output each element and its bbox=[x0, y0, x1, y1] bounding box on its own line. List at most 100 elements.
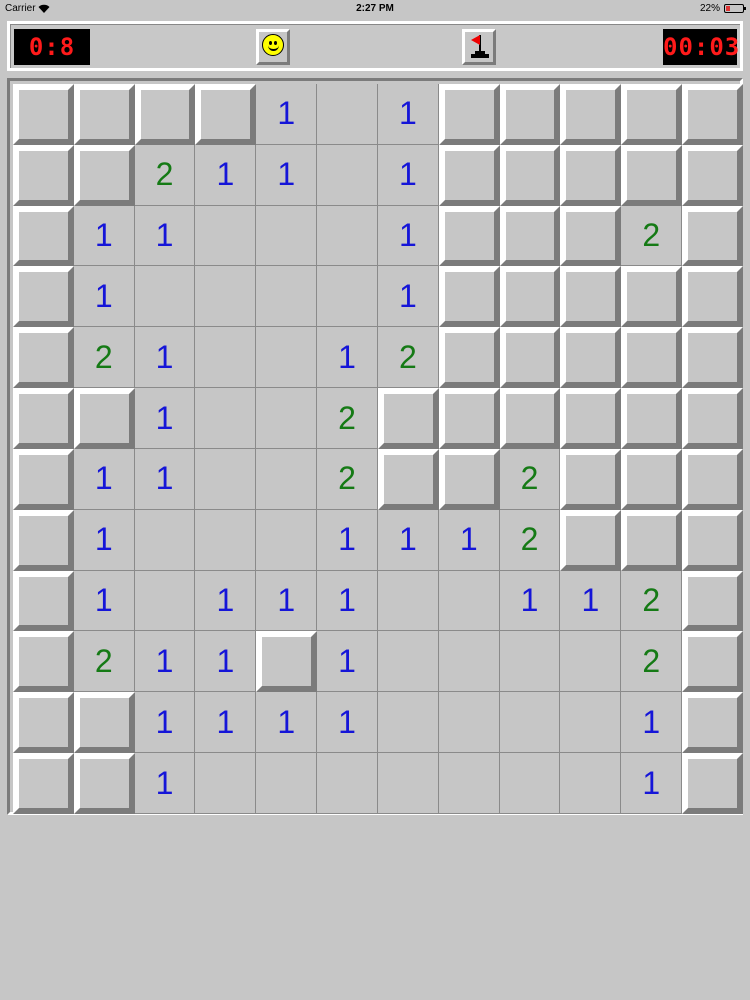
hidden-cell[interactable] bbox=[438, 144, 500, 206]
empty-cell[interactable] bbox=[256, 448, 318, 510]
number-cell[interactable]: 1 bbox=[377, 509, 439, 571]
hidden-cell[interactable] bbox=[682, 388, 743, 449]
hidden-cell[interactable] bbox=[560, 388, 622, 449]
number-cell[interactable]: 1 bbox=[377, 205, 439, 267]
hidden-cell[interactable] bbox=[438, 448, 500, 510]
number-cell[interactable]: 1 bbox=[438, 509, 500, 571]
hidden-cell[interactable] bbox=[682, 631, 743, 693]
number-cell[interactable]: 1 bbox=[317, 631, 378, 693]
empty-cell[interactable] bbox=[256, 327, 318, 389]
hidden-cell[interactable] bbox=[438, 205, 500, 267]
hidden-cell[interactable] bbox=[73, 388, 135, 449]
number-cell[interactable]: 2 bbox=[621, 205, 683, 267]
empty-cell[interactable] bbox=[560, 753, 622, 814]
number-cell[interactable]: 1 bbox=[560, 570, 622, 632]
number-cell[interactable]: 2 bbox=[317, 448, 378, 510]
number-cell[interactable]: 1 bbox=[377, 84, 439, 145]
number-cell[interactable]: 1 bbox=[195, 144, 257, 206]
empty-cell[interactable] bbox=[317, 144, 378, 206]
empty-cell[interactable] bbox=[560, 692, 622, 754]
hidden-cell[interactable] bbox=[682, 144, 743, 206]
number-cell[interactable]: 1 bbox=[256, 84, 318, 145]
hidden-cell[interactable] bbox=[682, 205, 743, 267]
number-cell[interactable]: 1 bbox=[256, 570, 318, 632]
hidden-cell[interactable] bbox=[621, 448, 683, 510]
empty-cell[interactable] bbox=[560, 631, 622, 693]
hidden-cell[interactable] bbox=[13, 570, 74, 632]
empty-cell[interactable] bbox=[256, 388, 318, 449]
empty-cell[interactable] bbox=[499, 753, 561, 814]
number-cell[interactable]: 1 bbox=[317, 692, 378, 754]
empty-cell[interactable] bbox=[195, 509, 257, 571]
hidden-cell[interactable] bbox=[438, 327, 500, 389]
hidden-cell[interactable] bbox=[195, 84, 257, 145]
hidden-cell[interactable] bbox=[13, 631, 74, 693]
empty-cell[interactable] bbox=[438, 631, 500, 693]
hidden-cell[interactable] bbox=[499, 266, 561, 328]
number-cell[interactable]: 1 bbox=[377, 266, 439, 328]
empty-cell[interactable] bbox=[195, 753, 257, 814]
hidden-cell[interactable] bbox=[621, 509, 683, 571]
number-cell[interactable]: 2 bbox=[134, 144, 196, 206]
empty-cell[interactable] bbox=[195, 448, 257, 510]
empty-cell[interactable] bbox=[134, 266, 196, 328]
empty-cell[interactable] bbox=[317, 84, 378, 145]
number-cell[interactable]: 1 bbox=[256, 144, 318, 206]
hidden-cell[interactable] bbox=[13, 448, 74, 510]
hidden-cell[interactable] bbox=[13, 84, 74, 145]
hidden-cell[interactable] bbox=[682, 327, 743, 389]
number-cell[interactable]: 2 bbox=[621, 570, 683, 632]
empty-cell[interactable] bbox=[377, 570, 439, 632]
empty-cell[interactable] bbox=[499, 631, 561, 693]
hidden-cell[interactable] bbox=[73, 84, 135, 145]
number-cell[interactable]: 1 bbox=[73, 205, 135, 267]
number-cell[interactable]: 1 bbox=[134, 448, 196, 510]
number-cell[interactable]: 1 bbox=[317, 570, 378, 632]
empty-cell[interactable] bbox=[317, 753, 378, 814]
number-cell[interactable]: 1 bbox=[134, 753, 196, 814]
empty-cell[interactable] bbox=[195, 327, 257, 389]
number-cell[interactable]: 2 bbox=[621, 631, 683, 693]
number-cell[interactable]: 2 bbox=[73, 631, 135, 693]
number-cell[interactable]: 1 bbox=[73, 448, 135, 510]
number-cell[interactable]: 1 bbox=[134, 692, 196, 754]
empty-cell[interactable] bbox=[377, 692, 439, 754]
hidden-cell[interactable] bbox=[73, 692, 135, 754]
hidden-cell[interactable] bbox=[682, 570, 743, 632]
hidden-cell[interactable] bbox=[13, 509, 74, 571]
hidden-cell[interactable] bbox=[560, 448, 622, 510]
hidden-cell[interactable] bbox=[13, 388, 74, 449]
hidden-cell[interactable] bbox=[499, 388, 561, 449]
number-cell[interactable]: 2 bbox=[499, 509, 561, 571]
number-cell[interactable]: 1 bbox=[195, 631, 257, 693]
hidden-cell[interactable] bbox=[682, 448, 743, 510]
hidden-cell[interactable] bbox=[256, 631, 318, 693]
hidden-cell[interactable] bbox=[682, 84, 743, 145]
empty-cell[interactable] bbox=[256, 509, 318, 571]
hidden-cell[interactable] bbox=[560, 205, 622, 267]
hidden-cell[interactable] bbox=[621, 266, 683, 328]
hidden-cell[interactable] bbox=[377, 448, 439, 510]
hidden-cell[interactable] bbox=[682, 692, 743, 754]
hidden-cell[interactable] bbox=[13, 753, 74, 814]
number-cell[interactable]: 1 bbox=[134, 327, 196, 389]
hidden-cell[interactable] bbox=[682, 509, 743, 571]
hidden-cell[interactable] bbox=[621, 144, 683, 206]
empty-cell[interactable] bbox=[256, 266, 318, 328]
hidden-cell[interactable] bbox=[560, 509, 622, 571]
empty-cell[interactable] bbox=[195, 388, 257, 449]
number-cell[interactable]: 1 bbox=[73, 266, 135, 328]
empty-cell[interactable] bbox=[195, 266, 257, 328]
number-cell[interactable]: 1 bbox=[195, 692, 257, 754]
empty-cell[interactable] bbox=[317, 205, 378, 267]
hidden-cell[interactable] bbox=[13, 692, 74, 754]
number-cell[interactable]: 1 bbox=[134, 205, 196, 267]
hidden-cell[interactable] bbox=[499, 84, 561, 145]
empty-cell[interactable] bbox=[134, 570, 196, 632]
hidden-cell[interactable] bbox=[13, 144, 74, 206]
hidden-cell[interactable] bbox=[682, 753, 743, 814]
hidden-cell[interactable] bbox=[499, 327, 561, 389]
number-cell[interactable]: 1 bbox=[73, 509, 135, 571]
hidden-cell[interactable] bbox=[377, 388, 439, 449]
hidden-cell[interactable] bbox=[560, 144, 622, 206]
